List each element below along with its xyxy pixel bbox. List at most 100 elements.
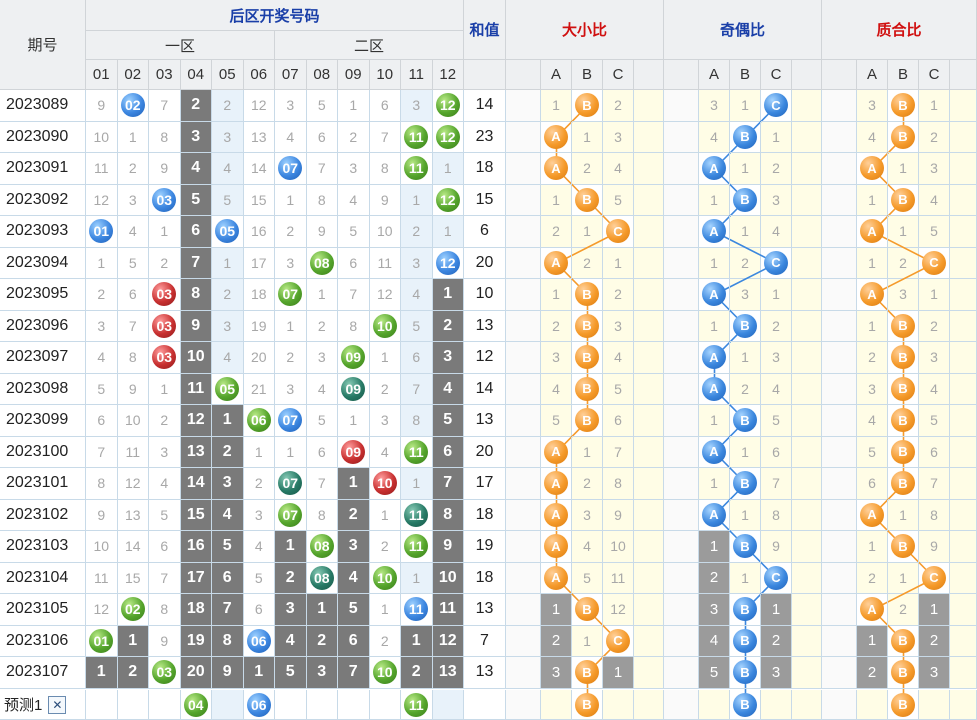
number-cell: 09	[338, 342, 370, 374]
miss-count: 4	[583, 538, 591, 555]
streak-count: 10	[186, 348, 205, 366]
ratio-spacer	[792, 690, 822, 720]
streak-count: 1	[348, 474, 358, 492]
ratio-cell: 4	[572, 531, 603, 563]
ratio-marker-ball: B	[891, 660, 915, 685]
streak-count: 2	[443, 316, 453, 334]
number-cell: 4	[180, 153, 212, 185]
close-predict-button[interactable]: ✕	[48, 695, 67, 714]
streak-count: 2	[867, 663, 877, 681]
number-cell: 1	[212, 247, 244, 279]
streak-count: 19	[186, 631, 205, 649]
ratio-marker-ball: A	[702, 282, 726, 307]
miss-count: 1	[223, 254, 232, 271]
miss-count: 4	[930, 380, 938, 397]
ratio-spacer	[950, 121, 977, 153]
number-cell: 4	[275, 121, 307, 153]
streak-count: 8	[222, 631, 232, 649]
miss-count: 2	[97, 286, 106, 303]
drawn-number-ball: 11	[404, 502, 429, 527]
ratio-marker-ball: A	[702, 345, 726, 370]
number-cell: 07	[275, 468, 307, 500]
ratio-cell: 5	[572, 562, 603, 594]
miss-count: 3	[930, 349, 938, 366]
sum-header: 和值	[464, 0, 506, 60]
ratio-marker-ball: B	[891, 439, 915, 464]
ratio-cell: 1	[572, 121, 603, 153]
miss-count: 3	[412, 97, 421, 114]
ratio-spacer	[506, 499, 541, 531]
ratio-cell: 4	[761, 373, 792, 405]
ratio-cell: B	[888, 121, 919, 153]
ratio-cell: A	[857, 499, 888, 531]
period-cell: 2023093	[0, 216, 86, 248]
ratio-cell: 2	[541, 310, 572, 342]
ratio-marker-ball: B	[733, 408, 757, 433]
number-cell: 1	[275, 184, 307, 216]
miss-count: 7	[317, 160, 326, 177]
number-cell: 1	[338, 90, 370, 122]
ratio-cell: 3	[699, 594, 730, 626]
drawn-number-ball: 06	[246, 692, 271, 717]
number-cell: 1	[243, 436, 275, 468]
miss-count: 14	[124, 538, 141, 555]
number-cell: 8	[432, 499, 464, 531]
miss-count: 3	[772, 349, 780, 366]
miss-count: 7	[349, 286, 358, 303]
ratio-cell: 1	[919, 279, 950, 311]
ratio-col-header: A	[699, 60, 730, 90]
ratio-cell: 4	[699, 625, 730, 657]
miss-count: 2	[583, 254, 591, 271]
number-cell: 10	[369, 216, 401, 248]
number-cell: 2	[401, 657, 433, 689]
ratio-marker-ball: A	[860, 156, 884, 181]
ratio-spacer	[506, 436, 541, 468]
ratio-cell: C	[761, 562, 792, 594]
miss-count: 3	[772, 191, 780, 208]
number-cell: 7	[432, 468, 464, 500]
ratio-cell: B	[730, 625, 761, 657]
streak-count: 2	[709, 569, 719, 587]
number-cell: 1	[432, 279, 464, 311]
ratio-cell: 6	[857, 468, 888, 500]
ratio-marker-ball: B	[891, 471, 915, 496]
ratio-spacer	[822, 121, 857, 153]
miss-count: 1	[772, 128, 780, 145]
ratio-cell: A	[541, 531, 572, 563]
miss-count: 3	[286, 254, 295, 271]
sum-cell: 23	[464, 121, 506, 153]
drawn-number-ball: 11	[404, 439, 429, 464]
period-cell: 2023090	[0, 121, 86, 153]
number-cell: 07	[275, 153, 307, 185]
period-cell: 2023091	[0, 153, 86, 185]
number-cell: 12	[432, 625, 464, 657]
number-cell: 4	[338, 562, 370, 594]
ratio-spacer	[792, 153, 822, 185]
ratio-cell: B	[572, 594, 603, 626]
ratio-cell: 1	[541, 184, 572, 216]
ratio-cell: 1	[730, 216, 761, 248]
sum-cell: 18	[464, 153, 506, 185]
number-cell: 08	[306, 562, 338, 594]
ratio-cell: B	[730, 405, 761, 437]
ratio-cell: A	[857, 594, 888, 626]
miss-count: 21	[250, 380, 267, 397]
number-cell: 2	[275, 216, 307, 248]
ratio-cell: 2	[541, 216, 572, 248]
ratio-cell: 1	[572, 216, 603, 248]
number-col-header: 12	[432, 60, 464, 90]
miss-count: 14	[250, 160, 267, 177]
ratio-marker-ball: B	[575, 692, 599, 717]
streak-count: 6	[191, 222, 201, 240]
number-cell: 10	[117, 405, 149, 437]
miss-count: 8	[160, 128, 169, 145]
miss-count: 5	[349, 223, 358, 240]
ratio-cell	[919, 690, 950, 720]
miss-count: 2	[552, 317, 560, 334]
period-cell: 2023089	[0, 90, 86, 122]
ratio-spacer	[792, 562, 822, 594]
number-cell: 6	[212, 562, 244, 594]
number-cell: 4	[212, 499, 244, 531]
miss-count: 3	[412, 254, 421, 271]
streak-count: 16	[186, 537, 205, 555]
